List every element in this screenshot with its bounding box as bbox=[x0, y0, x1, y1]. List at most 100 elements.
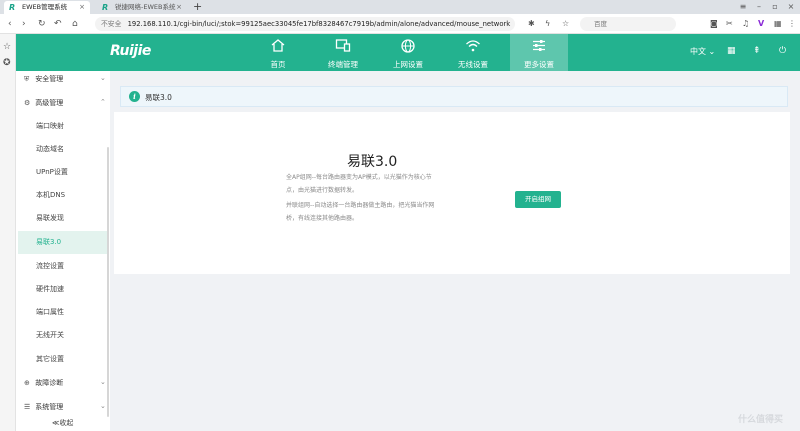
sidebar-item-flow-control[interactable]: 流控设置 bbox=[18, 255, 108, 278]
ruijie-logo: Ruijie bbox=[110, 43, 151, 59]
more-icon[interactable]: ⋮ bbox=[788, 18, 796, 30]
chevron-up-icon: ⌃ bbox=[100, 98, 106, 106]
ruijie-favicon-icon: R bbox=[9, 3, 16, 12]
nav-internet[interactable]: 上网设置 bbox=[379, 34, 437, 71]
settings-icon[interactable]: ✱ bbox=[528, 18, 535, 30]
nav-label: 更多设置 bbox=[524, 60, 554, 69]
nav-label: 终端管理 bbox=[328, 60, 358, 69]
info-title: 易联3.0 bbox=[145, 93, 172, 102]
back-icon[interactable]: ‹ bbox=[8, 18, 12, 30]
section-label: 系统管理 bbox=[35, 403, 64, 411]
sidebar-section-diagnose[interactable]: ⊕ 故障诊断 ⌄ bbox=[24, 378, 106, 388]
router-sidebar: ⛨ 安全管理 ⌄ ⚙ 高级管理 ⌃ 端口映射 动态域名 UPnP设置 本机DNS… bbox=[16, 71, 110, 431]
url-text: 192.168.110.1/cgi-bin/luci/;stok=99125ae… bbox=[127, 20, 511, 28]
info-icon: i bbox=[129, 91, 140, 102]
sidebar-item-yilian-discovery[interactable]: 易联发现 bbox=[18, 207, 108, 230]
sidebar-item-hw-accel[interactable]: 硬件加速 bbox=[18, 278, 108, 301]
description-line: 桥，有线连接其他路由器。 bbox=[286, 215, 359, 222]
section-label: 安全管理 bbox=[35, 75, 64, 83]
diagnose-icon: ⊕ bbox=[24, 379, 30, 387]
star-icon[interactable]: ☆ bbox=[562, 18, 569, 30]
undo-icon[interactable]: ↶ bbox=[54, 18, 62, 30]
sidebar-item-port-mapping[interactable]: 端口映射 bbox=[18, 115, 108, 138]
sidebar-item-yilian-3[interactable]: 易联3.0 bbox=[18, 231, 108, 254]
camera-icon[interactable]: ◙ bbox=[710, 18, 718, 30]
logout-icon[interactable]: ⏻ bbox=[779, 46, 786, 56]
chevron-down-icon: ⌄ bbox=[100, 74, 106, 82]
browser-tab-strip: R EWEB管理系统 × R 锐捷网络-EWEB系统 × + ≡ – ▫ × bbox=[0, 0, 800, 14]
game-icon[interactable]: ♫ bbox=[742, 18, 749, 30]
settings-icon: ⚙ bbox=[24, 99, 31, 107]
sidebar-section-system[interactable]: ☰ 系统管理 ⌄ bbox=[24, 402, 106, 412]
chevron-down-icon: ⌄ bbox=[708, 47, 716, 56]
close-tab-icon[interactable]: × bbox=[176, 1, 182, 14]
sliders-icon bbox=[533, 40, 545, 51]
not-secure-label: 不安全 bbox=[101, 20, 122, 28]
nav-more-settings[interactable]: 更多设置 bbox=[510, 34, 568, 71]
info-bar: i 易联3.0 bbox=[120, 86, 788, 107]
sidebar-item-other[interactable]: 其它设置 bbox=[18, 348, 108, 371]
section-label: 故障诊断 bbox=[35, 379, 64, 387]
window-menu-icon[interactable]: ≡ bbox=[737, 0, 749, 14]
close-tab-icon[interactable]: × bbox=[79, 1, 85, 14]
home-page-icon[interactable]: ⌂ bbox=[72, 18, 78, 30]
upgrade-icon[interactable]: ⇞ bbox=[753, 46, 761, 56]
description-line: 并联组网--自动选择一台路由器做主路由，把光猫当作网 bbox=[286, 202, 435, 209]
chevron-down-icon: ⌄ bbox=[100, 378, 106, 386]
language-select[interactable]: 中文 ⌄ bbox=[690, 46, 715, 57]
sidebar-item-upnp[interactable]: UPnP设置 bbox=[18, 161, 108, 184]
new-tab-button[interactable]: + bbox=[193, 0, 202, 14]
search-input[interactable]: 百度 bbox=[580, 17, 676, 31]
nav-devices[interactable]: 终端管理 bbox=[314, 34, 372, 71]
bolt-icon[interactable]: ϟ bbox=[545, 18, 550, 30]
sidebar-item-ddns[interactable]: 动态域名 bbox=[18, 138, 108, 161]
app-header: Ruijie 首页 终端管理 上网设置 无线设置 更多设置 中文 ⌄ ▦ ⇞ ⏻ bbox=[16, 34, 800, 71]
address-bar-row: ‹ › ↻ ↶ ⌂ 不安全 192.168.110.1/cgi-bin/luci… bbox=[0, 14, 800, 34]
browser-tab-active[interactable]: R EWEB管理系统 × bbox=[4, 1, 90, 14]
shield-icon: ⛨ bbox=[24, 75, 30, 83]
qrcode-icon[interactable]: ▦ bbox=[727, 46, 736, 56]
description-line: 全AP组网--每台路由器变为AP模式，以光猫作为核心节 bbox=[286, 174, 432, 181]
sidebar-section-advanced[interactable]: ⚙ 高级管理 ⌃ bbox=[24, 98, 106, 108]
browser-side-strip: ☆ ✪ bbox=[0, 34, 16, 431]
section-label: 高级管理 bbox=[35, 99, 64, 107]
sidebar-item-port-attr[interactable]: 端口属性 bbox=[18, 301, 108, 324]
forward-icon[interactable]: › bbox=[22, 18, 26, 30]
nav-wireless[interactable]: 无线设置 bbox=[444, 34, 502, 71]
chevron-down-icon: ⌄ bbox=[100, 402, 106, 410]
ruijie-favicon-icon: R bbox=[102, 3, 109, 12]
browser-tab-inactive[interactable]: R 锐捷网络-EWEB系统 × bbox=[97, 1, 187, 14]
extension-icon[interactable]: ✪ bbox=[3, 58, 11, 68]
globe-icon bbox=[401, 39, 415, 53]
scissors-icon[interactable]: ✂ bbox=[726, 18, 733, 30]
nav-label: 无线设置 bbox=[458, 60, 488, 69]
watermark: 什么值得买 bbox=[738, 415, 784, 425]
reload-icon[interactable]: ↻ bbox=[38, 18, 46, 30]
nav-label: 首页 bbox=[270, 60, 286, 69]
close-window-icon[interactable]: × bbox=[785, 0, 797, 14]
sidebar-section-security[interactable]: ⛨ 安全管理 ⌄ bbox=[24, 74, 106, 84]
search-placeholder: 百度 bbox=[594, 20, 607, 28]
language-label: 中文 bbox=[690, 47, 706, 56]
minimize-icon[interactable]: – bbox=[753, 0, 765, 14]
maximize-icon[interactable]: ▫ bbox=[769, 0, 781, 14]
nav-home[interactable]: 首页 bbox=[249, 34, 307, 71]
grid-menu-icon[interactable]: ▦ bbox=[774, 18, 782, 30]
page-title: 易联3.0 bbox=[347, 154, 398, 170]
wifi-icon bbox=[466, 40, 480, 52]
collapse-sidebar-button[interactable]: ≪收起 bbox=[52, 418, 73, 428]
system-icon: ☰ bbox=[24, 403, 31, 411]
sidebar-scrollbar[interactable] bbox=[107, 147, 109, 417]
home-icon bbox=[271, 39, 285, 52]
url-field[interactable]: 不安全 192.168.110.1/cgi-bin/luci/;stok=991… bbox=[95, 17, 515, 31]
enable-network-button[interactable]: 开启组网 bbox=[515, 191, 561, 208]
sidebar-item-local-dns[interactable]: 本机DNS bbox=[18, 184, 108, 207]
favorites-icon[interactable]: ☆ bbox=[3, 42, 11, 52]
v-extension-icon[interactable]: V bbox=[758, 18, 764, 30]
sidebar-item-wireless-switch[interactable]: 无线开关 bbox=[18, 324, 108, 347]
tab-title: EWEB管理系统 bbox=[22, 3, 68, 11]
description-line: 点，由光猫进行数据转发。 bbox=[286, 187, 359, 194]
devices-icon bbox=[335, 39, 351, 52]
nav-label: 上网设置 bbox=[393, 60, 423, 69]
tab-title: 锐捷网络-EWEB系统 bbox=[115, 3, 176, 11]
